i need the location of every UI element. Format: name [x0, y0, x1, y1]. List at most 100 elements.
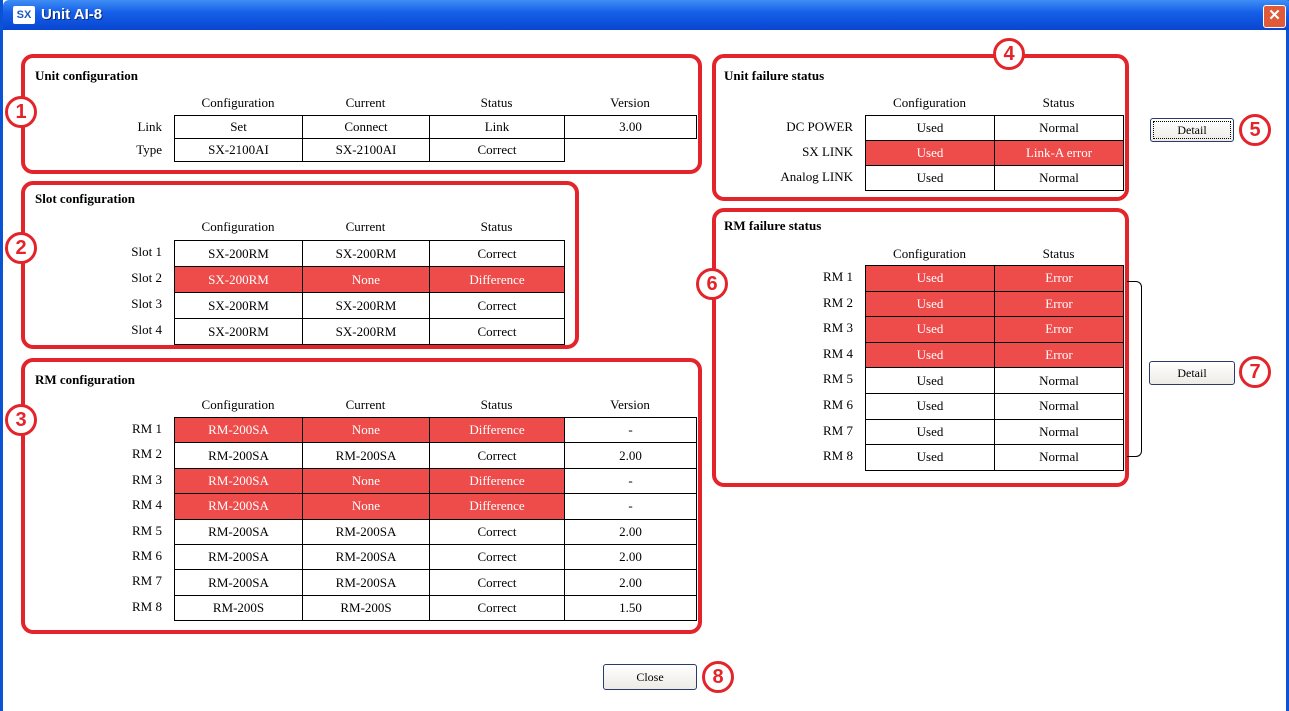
table-cell: 3.00: [564, 115, 697, 139]
table-cell: RM-200SA: [174, 417, 303, 444]
table-cell: 2.00: [564, 569, 697, 596]
table-cell: Connect: [302, 115, 430, 139]
table-cell: -: [564, 493, 697, 520]
table-cell: Error: [994, 265, 1124, 292]
table-cell: Used: [865, 341, 995, 369]
callout-7: 7: [1239, 356, 1271, 388]
row-label: RM 3: [132, 471, 162, 487]
row-label: RM 8: [823, 448, 853, 464]
column-header: Current: [345, 219, 386, 234]
table-cell: Used: [865, 367, 995, 394]
row-label: Analog LINK: [780, 169, 853, 184]
table-cell: RM-200SA: [302, 544, 430, 571]
table-cell: SX-200RM: [174, 292, 303, 319]
table-cell: SX-2100AI: [302, 138, 430, 162]
row-label: RM 1: [132, 421, 162, 436]
table-cell: RM-200SA: [174, 442, 303, 469]
table-cell: Used: [865, 265, 995, 292]
table-cell: Correct: [429, 318, 565, 345]
row-label: RM 5: [823, 371, 853, 387]
row-label: RM 6: [132, 548, 162, 563]
row-label: RM 1: [823, 269, 853, 284]
unit-dialog-window: SX Unit AI-8 ✕ Unit configuration Config…: [0, 0, 1289, 711]
close-window-button[interactable]: ✕: [1263, 5, 1286, 28]
table-cell: RM-200SA: [174, 569, 303, 596]
column-header: Version: [610, 397, 650, 412]
table-cell: Error: [994, 316, 1124, 343]
rm-failure-detail-button[interactable]: Detail: [1149, 361, 1235, 385]
table-cell: Difference: [429, 467, 565, 495]
column-header: Configuration: [201, 95, 275, 110]
row-label: RM 2: [823, 294, 853, 310]
column-header: Configuration: [893, 246, 966, 261]
table-cell: 2.00: [564, 518, 697, 545]
table-cell: Difference: [429, 417, 565, 444]
table-cell: Set: [174, 115, 303, 139]
table-cell: Used: [865, 165, 995, 191]
table-cell: RM-200SA: [174, 544, 303, 571]
column-header: Configuration: [893, 95, 966, 110]
table-cell: Difference: [429, 493, 565, 520]
window-title: Unit AI-8: [41, 6, 103, 23]
table-cell: Correct: [429, 240, 565, 267]
column-header: Configuration: [201, 397, 275, 412]
row-label: Slot 4: [131, 322, 162, 337]
row-label: RM 5: [132, 522, 162, 538]
table-cell: Difference: [429, 266, 565, 293]
rm-failure-status-title: RM failure status: [724, 218, 822, 233]
unit-configuration-title: Unit configuration: [35, 68, 138, 83]
table-cell: Correct: [429, 569, 565, 596]
rm-configuration-title: RM configuration: [35, 372, 136, 387]
column-header: Status: [1042, 95, 1075, 110]
table-cell: 2.00: [564, 442, 697, 469]
table-cell: SX-200RM: [302, 240, 430, 267]
callout-1: 1: [5, 96, 37, 128]
callout-8: 8: [702, 661, 734, 693]
table-cell: RM-200SA: [302, 442, 430, 469]
table-cell: [564, 138, 697, 162]
table-cell: Link: [429, 115, 565, 139]
column-header: Current: [345, 95, 386, 110]
row-label: RM 3: [823, 320, 853, 336]
table-cell: Link-A error: [994, 140, 1124, 166]
table-cell: RM-200SA: [174, 518, 303, 545]
table-cell: Normal: [994, 418, 1124, 446]
callout-2: 2: [5, 232, 37, 264]
table-cell: None: [302, 266, 430, 293]
table-cell: -: [564, 417, 697, 444]
table-cell: Correct: [429, 442, 565, 469]
table-cell: SX-200RM: [174, 266, 303, 293]
row-label: RM 6: [823, 397, 853, 412]
unit-failure-status-title: Unit failure status: [724, 68, 825, 83]
table-cell: -: [564, 467, 697, 495]
row-label: RM 2: [132, 446, 162, 462]
table-cell: Used: [865, 393, 995, 420]
table-cell: Correct: [429, 544, 565, 571]
table-cell: SX-200RM: [302, 292, 430, 319]
table-cell: Error: [994, 341, 1124, 369]
row-label: Link: [137, 119, 162, 134]
table-cell: Used: [865, 418, 995, 446]
table-cell: Used: [865, 140, 995, 166]
column-header: Configuration: [201, 219, 275, 234]
table-cell: RM-200SA: [302, 518, 430, 545]
table-cell: Used: [865, 444, 995, 471]
callout-4: 4: [993, 38, 1025, 70]
table-cell: None: [302, 493, 430, 520]
callout-6: 6: [696, 268, 728, 300]
row-label: SX LINK: [802, 144, 853, 159]
row-label: RM 8: [132, 598, 162, 614]
close-button[interactable]: Close: [603, 664, 697, 690]
row-label: Type: [136, 142, 162, 157]
column-header: Status: [480, 397, 513, 412]
row-label: Slot 3: [131, 296, 162, 311]
table-cell: Used: [865, 316, 995, 343]
row-label: RM 4: [823, 345, 853, 361]
row-label: RM 7: [132, 573, 162, 589]
table-cell: Normal: [994, 393, 1124, 420]
row-label: Slot 1: [131, 244, 162, 259]
column-header: Version: [610, 95, 650, 110]
table-cell: SX-200RM: [302, 318, 430, 345]
unit-failure-detail-button[interactable]: Detail: [1150, 118, 1234, 142]
table-cell: Normal: [994, 444, 1124, 471]
